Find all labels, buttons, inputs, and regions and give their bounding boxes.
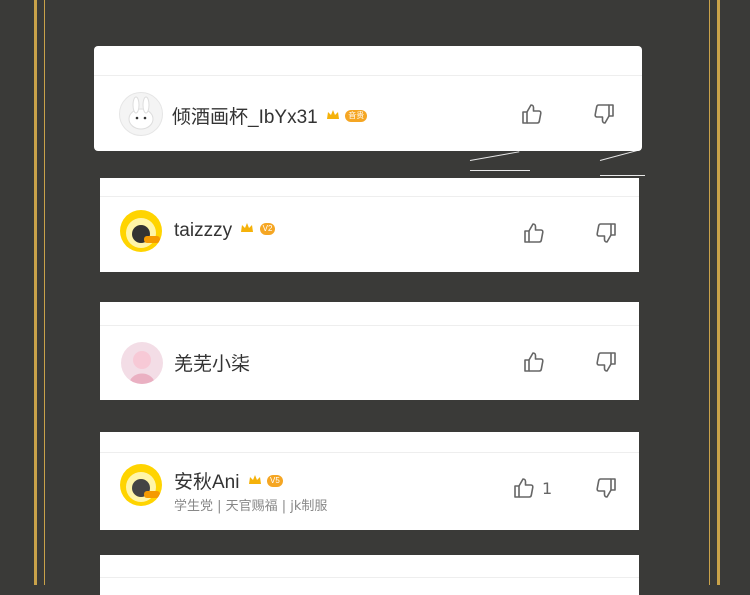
thumbs-up-icon[interactable]: [512, 476, 536, 500]
divider: [100, 196, 639, 197]
username[interactable]: 安秋Ani V5: [174, 467, 283, 494]
username[interactable]: taizzzy V2: [174, 218, 276, 242]
level-badge: V5: [267, 474, 283, 487]
comment-card: 安秋Ani V5 学生党 | 天官赐福 | jk制服 1: [100, 432, 639, 530]
divider: [94, 75, 642, 76]
comment-card: 羌芜小柒: [100, 302, 639, 400]
crown-icon: V2: [240, 218, 276, 240]
level-badge: V2: [259, 222, 276, 235]
comment-card: 倾酒画杯_IbYx31 音贵: [94, 46, 642, 151]
avatar[interactable]: [119, 92, 163, 136]
avatar[interactable]: [120, 464, 162, 506]
level-badge: 音贵: [345, 109, 368, 122]
thumbs-up-icon[interactable]: [522, 350, 546, 374]
divider: [100, 577, 639, 578]
divider: [100, 452, 639, 453]
thumbs-down-icon[interactable]: [594, 221, 618, 245]
username[interactable]: 倾酒画杯_IbYx31 音贵: [172, 102, 368, 129]
username[interactable]: 羌芜小柒: [174, 349, 250, 376]
thumbs-up-icon[interactable]: [522, 221, 546, 245]
comment-card: [100, 555, 639, 595]
user-tags: 学生党 | 天官赐福 | jk制服: [174, 499, 328, 514]
avatar[interactable]: [121, 342, 163, 384]
like-count: 1: [542, 479, 553, 498]
comment-card: taizzzy V2: [100, 178, 639, 272]
thumbs-down-icon[interactable]: [592, 102, 616, 126]
thumbs-down-icon[interactable]: [594, 350, 618, 374]
avatar[interactable]: [120, 210, 162, 252]
thumbs-up-icon[interactable]: [520, 102, 544, 126]
crown-icon: 音贵: [326, 105, 368, 127]
thumbs-down-icon[interactable]: [594, 476, 618, 500]
divider: [100, 325, 639, 326]
crown-icon: V5: [248, 470, 283, 492]
